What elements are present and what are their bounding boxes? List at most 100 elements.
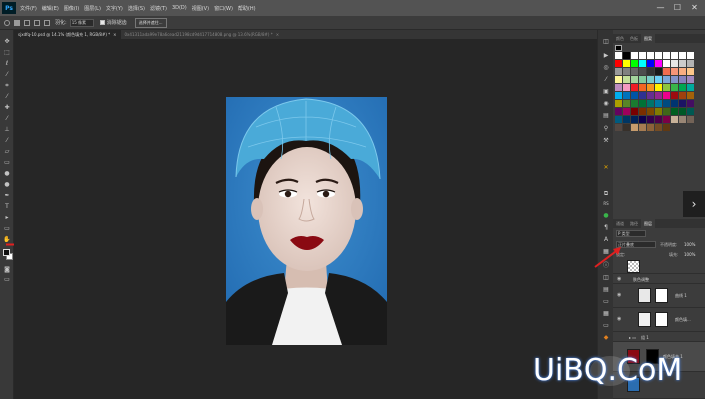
color-swatch[interactable] bbox=[631, 60, 638, 67]
color-swatch[interactable] bbox=[671, 108, 678, 115]
color-swatch[interactable] bbox=[687, 68, 694, 75]
antialias-checkbox[interactable] bbox=[99, 20, 105, 25]
lasso-tool-icon[interactable]: ℓ bbox=[3, 60, 11, 67]
crop-tool-icon[interactable]: ⌗ bbox=[3, 82, 11, 89]
foreground-swatch-chip[interactable] bbox=[615, 45, 622, 51]
tab-channels[interactable]: 通道 bbox=[613, 219, 627, 228]
adjust-icon[interactable]: ◎ bbox=[602, 64, 610, 71]
color-swatch[interactable] bbox=[623, 52, 630, 59]
color-swatch[interactable] bbox=[623, 84, 630, 91]
color-swatch[interactable] bbox=[615, 116, 622, 123]
expand-panel-button[interactable]: › bbox=[683, 191, 705, 217]
color-swatch[interactable] bbox=[647, 76, 654, 83]
color-swatch[interactable] bbox=[631, 84, 638, 91]
color-swatch[interactable] bbox=[679, 92, 686, 99]
color-swatch[interactable] bbox=[687, 116, 694, 123]
color-swatch[interactable] bbox=[615, 60, 622, 67]
color-swatch[interactable] bbox=[623, 92, 630, 99]
color-swatch[interactable] bbox=[655, 84, 662, 91]
color-swatch[interactable] bbox=[647, 92, 654, 99]
tab-second-document[interactable]: 0x41311ada99e78a6cead21198cd9d417714808.… bbox=[121, 30, 284, 39]
character-icon[interactable]: A bbox=[602, 236, 610, 243]
color-swatch[interactable] bbox=[647, 108, 654, 115]
menu-help[interactable]: 帮助(H) bbox=[238, 5, 256, 12]
visibility-eye-icon[interactable]: ◉ bbox=[617, 292, 621, 298]
color-swatch[interactable] bbox=[647, 68, 654, 75]
color-swatch[interactable] bbox=[639, 108, 646, 115]
tab-patterns[interactable]: 图案 bbox=[641, 34, 655, 43]
path-select-tool-icon[interactable]: ▸ bbox=[3, 214, 11, 221]
color-swatch[interactable] bbox=[623, 116, 630, 123]
tool-preset-icon[interactable]: ⚒ bbox=[602, 137, 610, 144]
minimize-icon[interactable]: — bbox=[655, 2, 666, 13]
color-swatch[interactable] bbox=[663, 92, 670, 99]
layer-group-row[interactable]: ◉ 肤色调整 bbox=[613, 274, 705, 284]
color-swatch[interactable] bbox=[687, 60, 694, 67]
color-swatch[interactable] bbox=[687, 92, 694, 99]
color-swatch[interactable] bbox=[655, 60, 662, 67]
notes-icon[interactable]: ▭ bbox=[602, 298, 610, 305]
move-tool-icon[interactable]: ✥ bbox=[3, 38, 11, 45]
color-swatch[interactable] bbox=[663, 76, 670, 83]
color-swatch[interactable] bbox=[615, 100, 622, 107]
color-swatch[interactable] bbox=[639, 52, 646, 59]
color-swatch[interactable] bbox=[631, 124, 638, 131]
tab-close-icon[interactable]: × bbox=[276, 32, 279, 37]
type-tool-icon[interactable]: T bbox=[3, 203, 11, 210]
healing-tool-icon[interactable]: ✚ bbox=[3, 104, 11, 111]
color-swatch[interactable] bbox=[639, 100, 646, 107]
color-swatch[interactable] bbox=[647, 100, 654, 107]
eyedropper-tool-icon[interactable]: ⁄ bbox=[3, 93, 11, 100]
color-swatch[interactable] bbox=[671, 116, 678, 123]
new-selection-icon[interactable] bbox=[14, 19, 20, 26]
play-action-icon[interactable]: ▶ bbox=[602, 52, 610, 59]
color-swatch[interactable] bbox=[631, 92, 638, 99]
dodge-tool-icon[interactable]: ● bbox=[3, 181, 11, 188]
color-swatch[interactable] bbox=[623, 100, 630, 107]
stamp-tool-icon[interactable]: ⊥ bbox=[3, 126, 11, 133]
color-swatch[interactable] bbox=[679, 108, 686, 115]
quick-mask-icon[interactable]: ◙ bbox=[3, 266, 11, 273]
info-icon[interactable]: ▣ bbox=[602, 88, 610, 95]
color-swatch[interactable] bbox=[671, 60, 678, 67]
shape-tool-icon[interactable]: ▭ bbox=[3, 225, 11, 232]
green-plugin-icon[interactable]: ● bbox=[602, 212, 610, 219]
color-swatch[interactable] bbox=[655, 108, 662, 115]
color-swatch[interactable] bbox=[655, 92, 662, 99]
properties-icon[interactable]: ▤ bbox=[602, 112, 610, 119]
menu-window[interactable]: 窗口(W) bbox=[214, 5, 233, 12]
color-swatch[interactable] bbox=[631, 76, 638, 83]
color-swatch[interactable] bbox=[615, 92, 622, 99]
color-swatch[interactable] bbox=[639, 92, 646, 99]
document-photo[interactable] bbox=[226, 97, 387, 345]
layer-filter-select[interactable]: P 类型 bbox=[616, 230, 646, 237]
add-selection-icon[interactable] bbox=[24, 19, 30, 26]
color-swatch[interactable] bbox=[663, 84, 670, 91]
visibility-eye-icon[interactable]: ◉ bbox=[617, 316, 621, 322]
color-swatch[interactable] bbox=[671, 52, 678, 59]
color-swatch[interactable] bbox=[631, 100, 638, 107]
tab-swatches[interactable]: 色板 bbox=[627, 34, 641, 43]
color-swatch[interactable] bbox=[687, 52, 694, 59]
color-swatch[interactable] bbox=[639, 116, 646, 123]
color-swatch[interactable] bbox=[663, 116, 670, 123]
color-swatch[interactable] bbox=[631, 68, 638, 75]
brush-tool-icon[interactable]: ⁄ bbox=[3, 115, 11, 122]
pen-tool-icon[interactable]: ✒ bbox=[3, 192, 11, 199]
color-swatch[interactable] bbox=[687, 108, 694, 115]
color-swatch[interactable] bbox=[615, 108, 622, 115]
color-swatch[interactable] bbox=[647, 116, 654, 123]
color-swatch[interactable] bbox=[679, 84, 686, 91]
tab-active-document[interactable]: sjxdfq-10.psd @ 14.1% (颜色填充 1, RGB/8#) *… bbox=[14, 30, 121, 39]
color-swatch[interactable] bbox=[631, 52, 638, 59]
color-swatch[interactable] bbox=[655, 76, 662, 83]
fill-input[interactable]: 100% bbox=[684, 252, 695, 257]
marquee-tool-icon[interactable]: ⬚ bbox=[3, 49, 11, 56]
menu-select[interactable]: 选择(S) bbox=[128, 5, 145, 12]
color-swatch[interactable] bbox=[687, 84, 694, 91]
color-swatch[interactable] bbox=[647, 84, 654, 91]
color-swatch[interactable] bbox=[663, 100, 670, 107]
layer-group-row[interactable]: ▸ ▭ 组 1 bbox=[613, 332, 705, 342]
color-swatch[interactable] bbox=[647, 60, 654, 67]
hand-tool-icon[interactable]: ✋ bbox=[3, 236, 11, 243]
